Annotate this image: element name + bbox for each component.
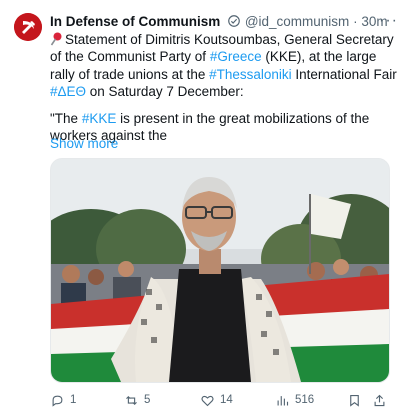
like-count: 14 [220, 394, 233, 406]
pin-icon [50, 32, 63, 46]
more-icon[interactable]: ··· [379, 13, 398, 29]
text-segment: on Saturday 7 December: [86, 83, 244, 99]
like-button[interactable]: 14 [200, 391, 233, 409]
share-button[interactable] [372, 391, 387, 409]
repost-count: 5 [144, 394, 151, 406]
view-count: 516 [295, 394, 315, 406]
hashtag-thessaloniki[interactable]: #Thessaloniki [209, 67, 292, 82]
repost-button[interactable]: 5 [124, 391, 150, 409]
separator-dot: · [353, 14, 358, 29]
tweet-header: In Defense of Communism @id_communism · … [50, 13, 388, 33]
avatar[interactable] [14, 13, 42, 41]
tweet-photo[interactable] [50, 158, 390, 383]
reply-icon [52, 395, 63, 407]
like-icon [201, 395, 214, 406]
text-segment: International Fair [291, 66, 397, 82]
hashtag-greece[interactable]: #Greece [210, 49, 262, 64]
reply-count: 1 [70, 394, 77, 406]
author-name[interactable]: In Defense of Communism [50, 14, 220, 29]
views-button[interactable]: 516 [275, 391, 314, 409]
tweet-card[interactable]: In Defense of Communism @id_communism · … [0, 0, 418, 415]
hashtag-deth[interactable]: #ΔΕΘ [50, 84, 86, 99]
author-handle[interactable]: @id_communism [245, 14, 349, 29]
repost-icon [126, 395, 137, 405]
share-icon [374, 394, 385, 406]
tweet-paragraph-1: Statement of Dimitris Koutsoumbas, Gener… [50, 31, 398, 100]
hashtag-kke[interactable]: #KKE [82, 111, 117, 126]
tweet-actions: 1 5 14 516 [50, 391, 390, 409]
reply-button[interactable]: 1 [50, 391, 76, 409]
tweet-text: Statement of Dimitris Koutsoumbas, Gener… [50, 31, 398, 145]
views-icon [277, 395, 289, 405]
bookmark-button[interactable] [347, 391, 362, 409]
text-segment: "The [50, 111, 82, 127]
bookmark-icon [350, 394, 359, 407]
show-more-link[interactable]: Show more [50, 135, 118, 152]
